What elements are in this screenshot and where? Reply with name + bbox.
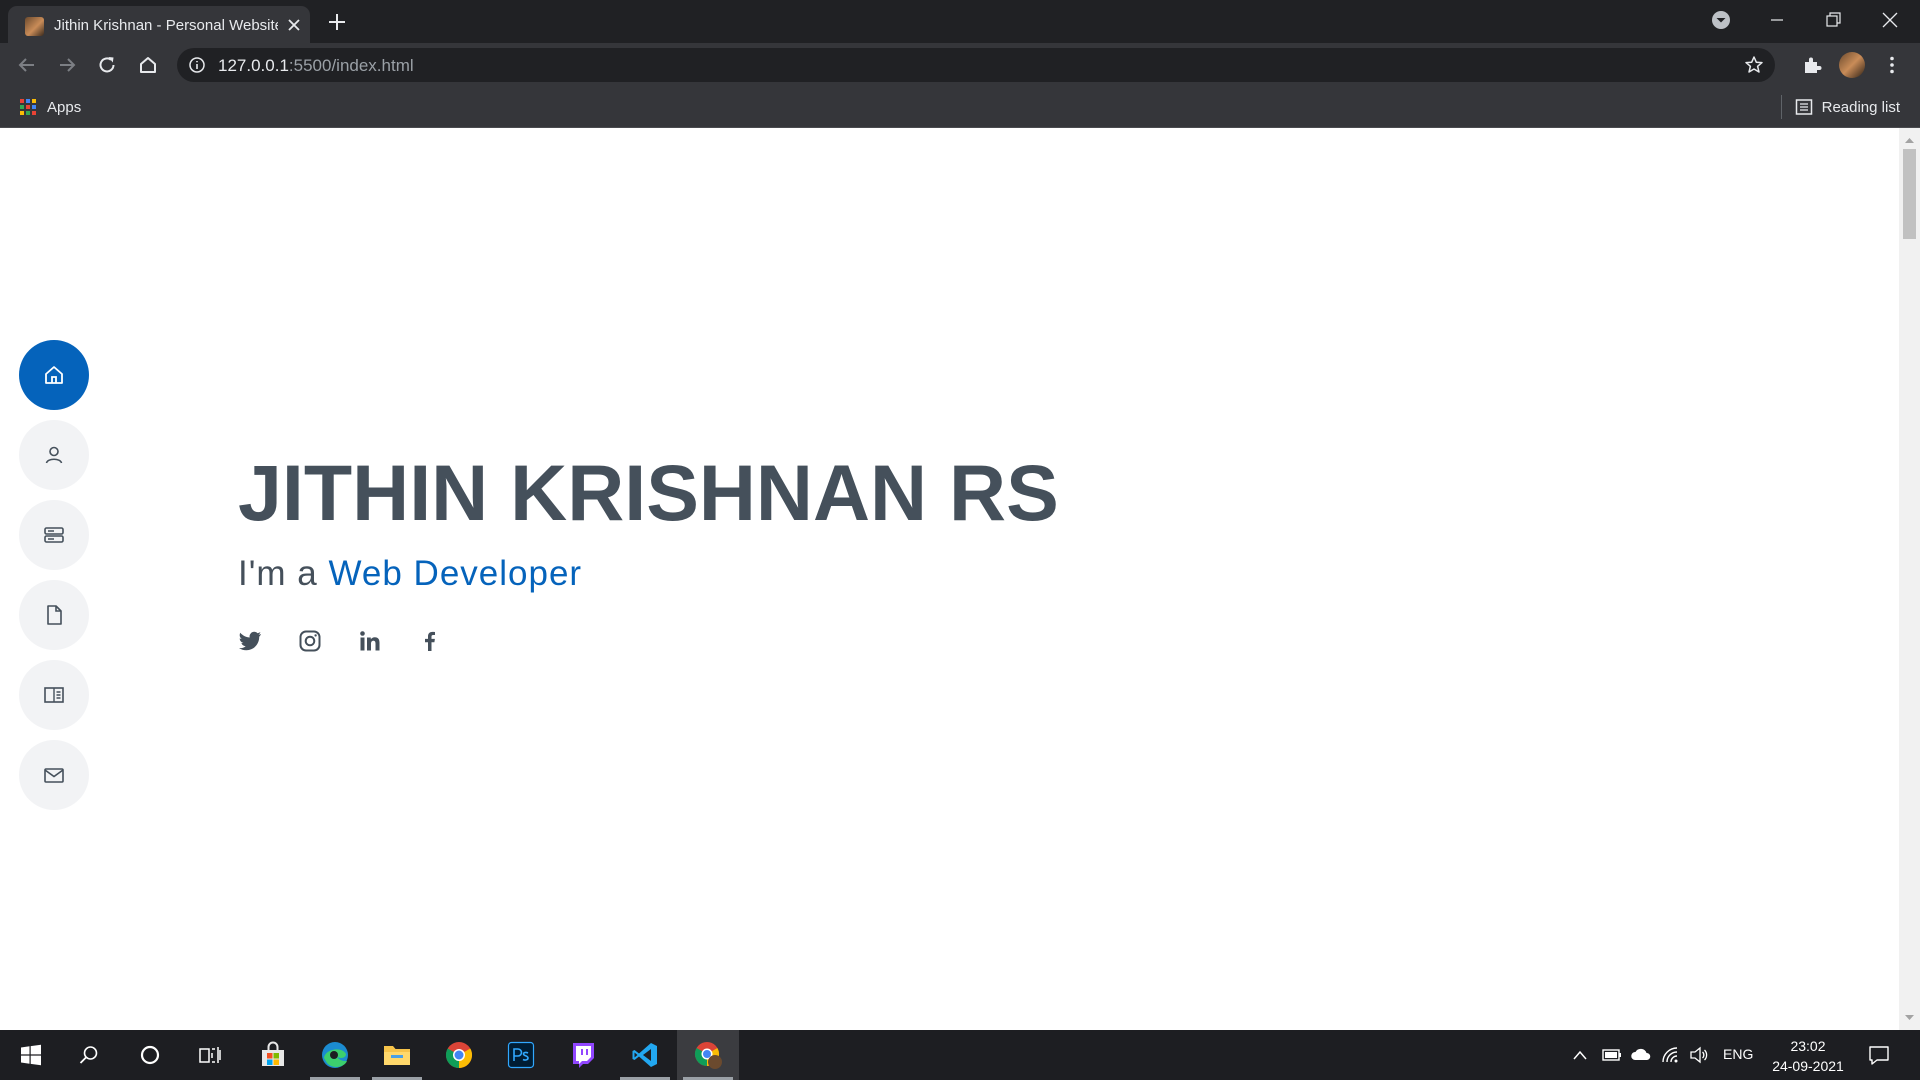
nav-resume[interactable] xyxy=(19,500,89,570)
edge-icon xyxy=(322,1042,348,1068)
task-view-button[interactable] xyxy=(179,1030,241,1080)
system-clock[interactable]: 23:02 24-09-2021 xyxy=(1770,1036,1846,1076)
profile-avatar[interactable] xyxy=(1839,52,1865,78)
linkedin-icon[interactable] xyxy=(358,629,382,653)
file-explorer-icon xyxy=(384,1046,410,1065)
show-hidden-icons-icon[interactable] xyxy=(1572,1048,1588,1062)
nav-services[interactable] xyxy=(19,660,89,730)
volume-icon[interactable] xyxy=(1689,1046,1709,1064)
book-half-icon xyxy=(44,687,64,703)
edge-button[interactable] xyxy=(304,1030,366,1080)
input-language[interactable]: ENG xyxy=(1723,1046,1753,1062)
chrome-icon xyxy=(445,1042,473,1069)
hero-intro: I'm a xyxy=(238,554,329,593)
restore-icon[interactable] xyxy=(1819,6,1847,34)
nav-about[interactable] xyxy=(19,420,89,490)
onedrive-icon[interactable] xyxy=(1630,1047,1652,1063)
wifi-icon[interactable] xyxy=(1661,1046,1681,1064)
windows-taskbar: ENG 23:02 24-09-2021 xyxy=(0,1030,1920,1080)
extensions-icon[interactable] xyxy=(1801,54,1823,76)
url-text: 127.0.0.1:5500/index.html xyxy=(218,56,414,76)
menu-kebab-icon[interactable] xyxy=(1881,54,1903,76)
twitch-icon xyxy=(573,1043,594,1068)
back-icon[interactable] xyxy=(14,52,40,78)
url-path: :5500/index.html xyxy=(288,56,414,75)
tab-search-icon[interactable] xyxy=(1707,6,1735,34)
hero-role: Web Developer xyxy=(328,554,583,593)
reload-icon[interactable] xyxy=(94,52,120,78)
browser-toolbar: 127.0.0.1:5500/index.html xyxy=(0,43,1920,87)
bookmark-star-icon[interactable] xyxy=(1744,55,1764,75)
nav-contact[interactable] xyxy=(19,740,89,810)
notifications-icon[interactable] xyxy=(1868,1044,1890,1066)
chrome-profile-icon xyxy=(694,1042,722,1069)
start-icon xyxy=(21,1044,41,1066)
tab-title: Jithin Krishnan - Personal Website xyxy=(54,17,278,34)
reading-list-button[interactable]: Reading list xyxy=(1795,97,1900,117)
clock-date: 24-09-2021 xyxy=(1772,1058,1844,1074)
task-view-icon xyxy=(199,1047,221,1063)
hero-subtitle: I'm a Web Developer xyxy=(238,554,1059,594)
close-window-icon[interactable] xyxy=(1876,6,1904,34)
apps-label: Apps xyxy=(47,98,82,116)
reading-list-label: Reading list xyxy=(1821,98,1900,116)
file-icon xyxy=(47,605,62,625)
search-icon xyxy=(79,1046,98,1064)
close-tab-icon[interactable] xyxy=(284,15,304,35)
web-page: JITHIN KRISHNAN RS I'm a Web Developer xyxy=(0,128,1899,1030)
chrome-profile-button[interactable] xyxy=(677,1030,739,1080)
start-button[interactable] xyxy=(0,1030,62,1080)
scroll-up-icon[interactable] xyxy=(1904,136,1915,144)
hero-name: JITHIN KRISHNAN RS xyxy=(238,448,1059,537)
browser-tab[interactable]: Jithin Krishnan - Personal Website xyxy=(8,6,310,43)
profile-photo-icon xyxy=(25,17,44,36)
chrome-button[interactable] xyxy=(428,1030,490,1080)
file-explorer-button[interactable] xyxy=(366,1030,428,1080)
search-button[interactable] xyxy=(58,1030,120,1080)
hero-section: JITHIN KRISHNAN RS I'm a Web Developer xyxy=(238,453,1059,653)
social-links xyxy=(238,629,1059,653)
side-navigation xyxy=(19,340,89,820)
forward-icon[interactable] xyxy=(54,52,80,78)
home-icon xyxy=(45,366,63,384)
apps-shortcut[interactable]: Apps xyxy=(19,97,81,117)
bookmarks-bar: Apps Reading list xyxy=(0,87,1920,128)
vscode-button[interactable] xyxy=(614,1030,676,1080)
address-bar[interactable]: 127.0.0.1:5500/index.html xyxy=(177,48,1775,82)
twitch-button[interactable] xyxy=(552,1030,614,1080)
store-icon xyxy=(262,1041,284,1066)
bookmarks-divider xyxy=(1781,95,1782,119)
scroll-down-icon[interactable] xyxy=(1904,1014,1915,1022)
photoshop-icon xyxy=(507,1041,535,1069)
apps-grid-icon xyxy=(20,99,36,115)
nav-home[interactable] xyxy=(19,340,89,410)
person-icon xyxy=(45,446,63,464)
store-button[interactable] xyxy=(242,1030,304,1080)
clock-time: 23:02 xyxy=(1790,1038,1826,1054)
browser-tab-bar: Jithin Krishnan - Personal Website xyxy=(0,0,1920,43)
twitter-icon[interactable] xyxy=(238,629,262,653)
cortana-icon xyxy=(140,1045,160,1065)
envelope-icon xyxy=(44,768,64,783)
instagram-icon[interactable] xyxy=(298,629,322,653)
vscode-icon xyxy=(632,1043,657,1067)
nav-portfolio[interactable] xyxy=(19,580,89,650)
server-icon xyxy=(44,527,64,543)
cortana-button[interactable] xyxy=(119,1030,181,1080)
home-button-icon[interactable] xyxy=(135,52,161,78)
new-tab-icon[interactable] xyxy=(325,10,349,34)
battery-icon[interactable] xyxy=(1601,1047,1623,1063)
page-scrollbar[interactable] xyxy=(1899,128,1920,1030)
scroll-thumb[interactable] xyxy=(1903,149,1916,239)
url-host: 127.0.0.1 xyxy=(218,56,289,75)
minimize-icon[interactable] xyxy=(1763,6,1791,34)
photoshop-button[interactable] xyxy=(490,1030,552,1080)
facebook-icon[interactable] xyxy=(418,629,442,653)
site-info-icon[interactable] xyxy=(188,56,206,74)
reading-list-icon xyxy=(1795,99,1812,115)
